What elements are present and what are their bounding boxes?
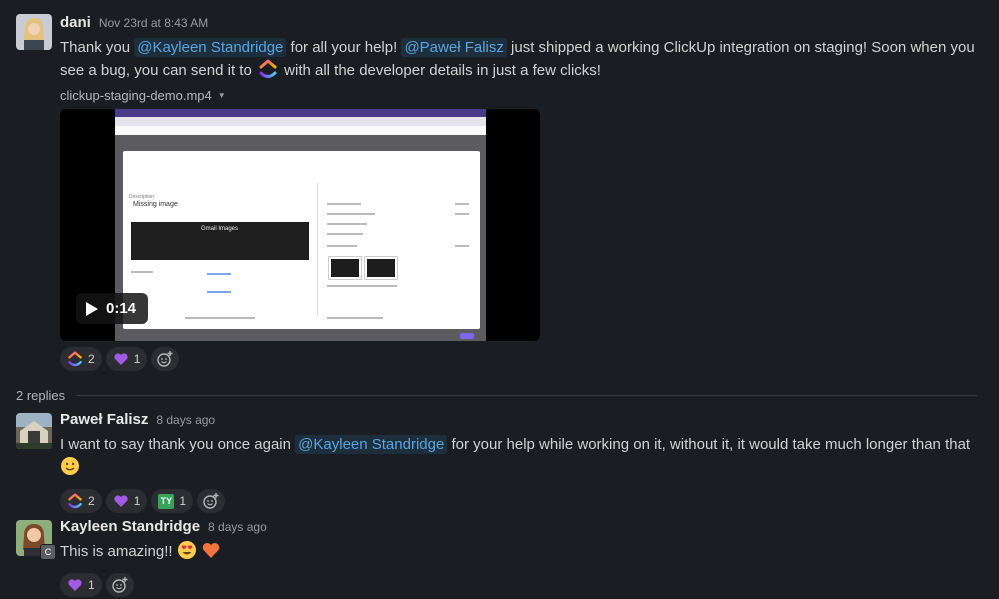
attachment-filename[interactable]: clickup-staging-demo.mp4 ▼ [60,88,979,103]
avatar-dani[interactable] [16,14,52,50]
author-name[interactable]: Paweł Falisz [60,411,148,428]
add-reaction-button[interactable] [105,573,134,597]
message-header: dani Nov 23rd at 8:43 AM [60,14,979,34]
reaction-purple-heart[interactable]: 1 [60,573,102,597]
purple-heart-icon [68,579,82,591]
preview-mini-text: Gmail Images [201,226,239,232]
purple-heart-icon [114,495,128,507]
reaction-count: 2 [88,494,95,508]
clickup-logo-icon [68,351,82,367]
timestamp[interactable]: Nov 23rd at 8:43 AM [99,16,208,30]
reactions-row: 1 [60,573,979,597]
reaction-clickup[interactable]: 2 [60,489,102,513]
orange-heart-icon [201,540,221,567]
status-badge: C [40,544,56,560]
text-part: I want to say thank you once again [60,436,291,453]
add-reaction-button[interactable] [151,347,180,371]
slightly-smiling-face-icon [60,456,80,483]
add-reaction-icon [203,493,219,509]
mention-pawel[interactable]: @Paweł Falisz [401,38,507,57]
message-text: This is amazing!! [60,540,979,567]
reaction-purple-heart[interactable]: 1 [105,489,148,513]
divider [77,394,977,396]
reaction-ty[interactable]: TY 1 [151,489,194,513]
file-name-label: clickup-staging-demo.mp4 [60,88,212,103]
reaction-count: 1 [88,578,95,592]
replies-count[interactable]: 2 replies [16,388,65,403]
text-part: This is amazing!! [60,543,173,560]
text-part: with all the developer details in just a… [284,62,601,79]
clickup-logo-icon [258,59,278,79]
message-header: Kayleen Standridge 8 days ago [60,518,979,538]
ty-icon: TY [158,493,175,509]
avatar-kayleen[interactable]: C [16,520,56,560]
video-duration: 0:14 [106,300,137,317]
video-thumbnail: Description Missing image Gmail Images [115,109,486,341]
reaction-count: 1 [133,352,141,366]
video-player[interactable]: Description Missing image Gmail Images 0… [60,109,540,341]
add-reaction-button[interactable] [197,489,226,513]
reaction-count: 2 [88,352,95,366]
reaction-clickup[interactable]: 2 [60,347,102,371]
mention-kayleen[interactable]: @Kayleen Standridge [134,38,287,57]
heart-eyes-icon [177,540,197,567]
reaction-purple-heart[interactable]: 1 [105,347,148,371]
message-text: I want to say thank you once again @Kayl… [60,433,979,483]
message-text: Thank you @Kayleen Standridge for all yo… [60,36,979,82]
reaction-count: 1 [133,494,141,508]
chevron-down-icon[interactable]: ▼ [218,91,226,100]
add-reaction-icon [111,577,128,593]
text-part: for your help while working on it, witho… [451,436,971,453]
author-name[interactable]: dani [60,14,91,31]
author-name[interactable]: Kayleen Standridge [60,518,200,535]
purple-heart-icon [114,353,128,365]
text-part: for all your help! [290,39,398,56]
message-header: Paweł Falisz 8 days ago [60,411,979,431]
play-icon [86,301,98,316]
reaction-count: 1 [179,494,187,508]
play-button[interactable]: 0:14 [76,293,148,324]
reactions-row: 2 1 TY 1 [60,489,979,513]
reactions-row: 2 1 [60,347,979,371]
avatar-pawel[interactable] [16,413,52,449]
timestamp[interactable]: 8 days ago [208,520,267,534]
mention-kayleen[interactable]: @Kayleen Standridge [295,435,448,454]
text-part: Thank you [60,39,131,56]
thread-replies-divider: 2 replies [16,386,977,404]
add-reaction-icon [157,351,173,367]
clickup-logo-icon [68,493,82,509]
timestamp[interactable]: 8 days ago [156,413,215,427]
preview-title: Missing image [133,201,178,208]
